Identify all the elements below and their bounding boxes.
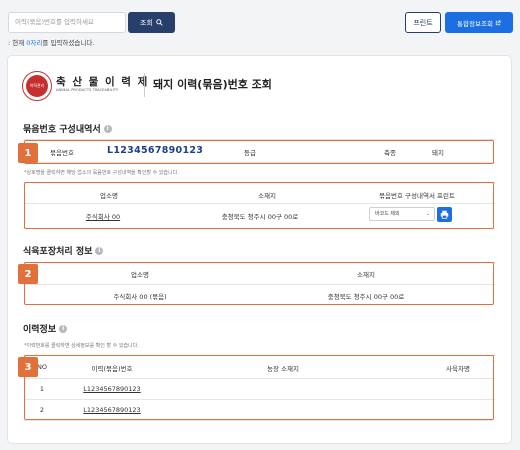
- divider: [24, 420, 495, 421]
- packing-section-title: 식육포장처리 정보 i: [23, 244, 104, 257]
- search-input[interactable]: 이력(묶음)번호를 입력하세요: [8, 12, 126, 33]
- search-button[interactable]: 조회: [128, 12, 175, 33]
- traceability-logo: 이력관리: [22, 71, 52, 101]
- hint-suffix: 를 입력하셨습니다.: [42, 39, 95, 47]
- info-icon[interactable]: i: [95, 246, 104, 255]
- brand-name: 축 산 물 이 력 제: [56, 76, 149, 88]
- search-icon: [156, 19, 163, 26]
- highlight-box-2: [24, 262, 494, 305]
- external-link-icon: [495, 20, 501, 25]
- history-section-title-text: 이력정보: [23, 325, 57, 335]
- step-badge-1: 1: [18, 143, 38, 163]
- bundle-note: *상호명을 클릭하면 해당 업소의 묶음번호 구성내역을 확인할 수 있습니다.: [24, 170, 179, 176]
- brand-name-english: ANIMAL PRODUCTS TRACEABILITY: [56, 88, 119, 92]
- highlight-box-3: [24, 355, 494, 420]
- top-bar: 이력(묶음)번호를 입력하세요 조회 프린트 통합정보조회 : 현재 0자리를 …: [0, 0, 520, 52]
- history-section-title: 이력정보 i: [23, 322, 68, 335]
- print-button[interactable]: 프린트: [405, 12, 441, 33]
- search-button-label: 조회: [140, 18, 153, 27]
- history-note: *이력번호를 클릭하면 상세정보를 확인 할 수 있습니다.: [24, 343, 139, 349]
- bundle-section-title: 묶음번호 구성내역서 i: [23, 122, 112, 135]
- integrated-search-button[interactable]: 통합정보조회: [445, 12, 513, 33]
- step-badge-2: 2: [18, 264, 38, 284]
- input-length-hint: : 현재 0자리를 입력하셨습니다.: [8, 37, 94, 47]
- page-title: 돼지 이력(묶음)번호 조회: [153, 78, 272, 91]
- integrated-search-label: 통합정보조회: [457, 19, 493, 28]
- brand-divider: [144, 73, 145, 97]
- highlight-box-1b: [24, 182, 494, 229]
- bundle-section-title-text: 묶음번호 구성내역서: [23, 125, 101, 135]
- logo-emblem: 이력관리: [26, 75, 48, 97]
- packing-section-title-text: 식육포장처리 정보: [23, 247, 93, 257]
- highlight-box-1a: [24, 140, 494, 164]
- hint-prefix: : 현재: [8, 39, 27, 47]
- info-icon[interactable]: i: [103, 124, 112, 133]
- print-button-label: 프린트: [413, 18, 433, 27]
- hint-count: 0자리: [26, 39, 43, 47]
- step-badge-3: 3: [18, 357, 38, 377]
- info-icon[interactable]: i: [59, 324, 68, 333]
